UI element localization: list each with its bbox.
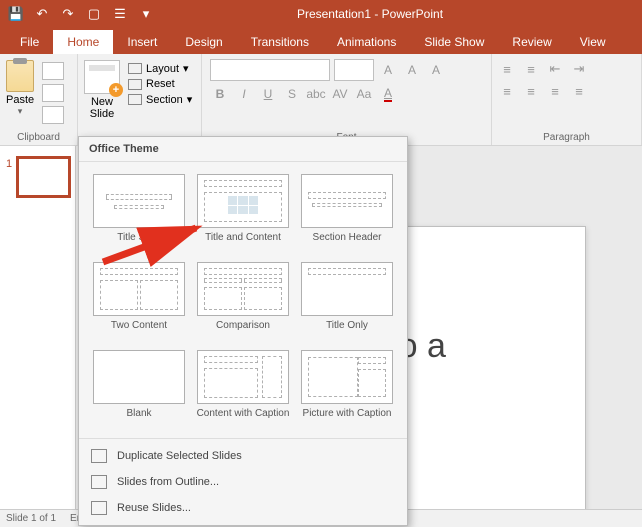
- tab-insert[interactable]: Insert: [113, 30, 171, 54]
- touch-mode-icon[interactable]: ☰: [108, 3, 132, 25]
- char-spacing-button[interactable]: AV: [330, 84, 350, 104]
- layout-blank[interactable]: Blank: [89, 348, 189, 432]
- reset-button[interactable]: Reset: [128, 78, 192, 90]
- paste-button[interactable]: Paste ▾: [6, 56, 34, 117]
- layout-comparison[interactable]: Comparison: [193, 260, 293, 344]
- duplicate-icon: [91, 449, 107, 463]
- slide-thumb-preview: [18, 158, 69, 196]
- layout-button[interactable]: Layout▾: [128, 62, 192, 75]
- redo-icon[interactable]: ↷: [56, 3, 80, 25]
- shadow-button[interactable]: abc: [306, 84, 326, 104]
- strikethrough-button[interactable]: S: [282, 84, 302, 104]
- tab-home[interactable]: Home: [53, 30, 113, 54]
- tab-slideshow[interactable]: Slide Show: [410, 30, 498, 54]
- slide-thumb-number: 1: [6, 158, 18, 170]
- paragraph-group-label: Paragraph: [498, 130, 635, 145]
- italic-button[interactable]: I: [234, 84, 254, 104]
- new-slide-button[interactable]: + New Slide: [84, 56, 120, 120]
- clear-formatting-icon[interactable]: A: [426, 60, 446, 80]
- increase-font-icon[interactable]: A: [378, 60, 398, 80]
- tab-design[interactable]: Design: [171, 30, 236, 54]
- layout-panel-header: Office Theme: [79, 137, 407, 162]
- cut-button[interactable]: [42, 62, 64, 80]
- tab-view[interactable]: View: [566, 30, 620, 54]
- layout-title-and-content[interactable]: Title and Content: [193, 172, 293, 256]
- clipboard-icon: [6, 60, 34, 92]
- layout-section-header[interactable]: Section Header: [297, 172, 397, 256]
- align-left-button[interactable]: ≡: [498, 82, 516, 100]
- ribbon-group-font: A A A B I U S abc AV Aa A Font: [202, 54, 492, 145]
- layout-title-slide[interactable]: Title Slide: [89, 172, 189, 256]
- reuse-slides[interactable]: Reuse Slides...: [79, 495, 407, 521]
- ribbon-tabs: File Home Insert Design Transitions Anim…: [0, 28, 642, 54]
- start-from-beginning-icon[interactable]: ▢: [82, 3, 106, 25]
- underline-button[interactable]: U: [258, 84, 278, 104]
- copy-button[interactable]: [42, 84, 64, 102]
- outline-icon: [91, 475, 107, 489]
- align-center-button[interactable]: ≡: [522, 82, 540, 100]
- bold-button[interactable]: B: [210, 84, 230, 104]
- status-slide-count: Slide 1 of 1: [6, 513, 56, 524]
- save-icon[interactable]: 💾: [4, 3, 28, 25]
- font-color-button[interactable]: A: [378, 84, 398, 104]
- align-right-button[interactable]: ≡: [546, 82, 564, 100]
- tab-file[interactable]: File: [6, 30, 53, 54]
- layout-title-only[interactable]: Title Only: [297, 260, 397, 344]
- decrease-indent-button[interactable]: ⇤: [546, 60, 564, 78]
- reuse-icon: [91, 501, 107, 515]
- layout-two-content[interactable]: Two Content: [89, 260, 189, 344]
- numbering-button[interactable]: ≡: [522, 60, 540, 78]
- ribbon-group-paragraph: ≡ ≡ ⇤ ⇥ ≡ ≡ ≡ ≡ Paragraph: [492, 54, 642, 145]
- duplicate-selected-slides[interactable]: Duplicate Selected Slides: [79, 443, 407, 469]
- font-family-select[interactable]: [210, 59, 330, 81]
- undo-icon[interactable]: ↶: [30, 3, 54, 25]
- slide-thumb-1[interactable]: 1: [0, 152, 75, 202]
- slide-thumbnail-pane[interactable]: 1: [0, 146, 76, 509]
- tab-review[interactable]: Review: [498, 30, 565, 54]
- layout-picture-with-caption[interactable]: Picture with Caption: [297, 348, 397, 432]
- justify-button[interactable]: ≡: [570, 82, 588, 100]
- ribbon: Paste ▾ Clipboard + New Slide Layout▾ Re…: [0, 54, 642, 146]
- section-button[interactable]: Section▾: [128, 93, 192, 106]
- decrease-font-icon[interactable]: A: [402, 60, 422, 80]
- layout-icon: [128, 63, 142, 74]
- section-icon: [128, 94, 142, 105]
- new-slide-icon: +: [84, 60, 120, 94]
- reset-icon: [128, 79, 142, 90]
- change-case-button[interactable]: Aa: [354, 84, 374, 104]
- new-slide-layout-panel: Office Theme Title Slide Title and Conte…: [78, 136, 408, 526]
- bullets-button[interactable]: ≡: [498, 60, 516, 78]
- layout-content-with-caption[interactable]: Content with Caption: [193, 348, 293, 432]
- tab-transitions[interactable]: Transitions: [237, 30, 323, 54]
- title-bar: 💾 ↶ ↷ ▢ ☰ ▾ Presentation1 - PowerPoint: [0, 0, 642, 28]
- new-slide-label: New Slide: [90, 96, 114, 120]
- font-size-select[interactable]: [334, 59, 374, 81]
- increase-indent-button[interactable]: ⇥: [570, 60, 588, 78]
- window-title: Presentation1 - PowerPoint: [158, 7, 642, 21]
- ribbon-group-clipboard: Paste ▾ Clipboard: [0, 54, 78, 145]
- tab-animations[interactable]: Animations: [323, 30, 410, 54]
- paste-label: Paste: [6, 94, 34, 106]
- clipboard-group-label: Clipboard: [6, 130, 71, 145]
- format-painter-button[interactable]: [42, 106, 64, 124]
- ribbon-group-slides: + New Slide Layout▾ Reset Section▾: [78, 54, 202, 145]
- qat-more-icon[interactable]: ▾: [134, 3, 158, 25]
- quick-access-toolbar: 💾 ↶ ↷ ▢ ☰ ▾: [0, 3, 158, 25]
- slides-from-outline[interactable]: Slides from Outline...: [79, 469, 407, 495]
